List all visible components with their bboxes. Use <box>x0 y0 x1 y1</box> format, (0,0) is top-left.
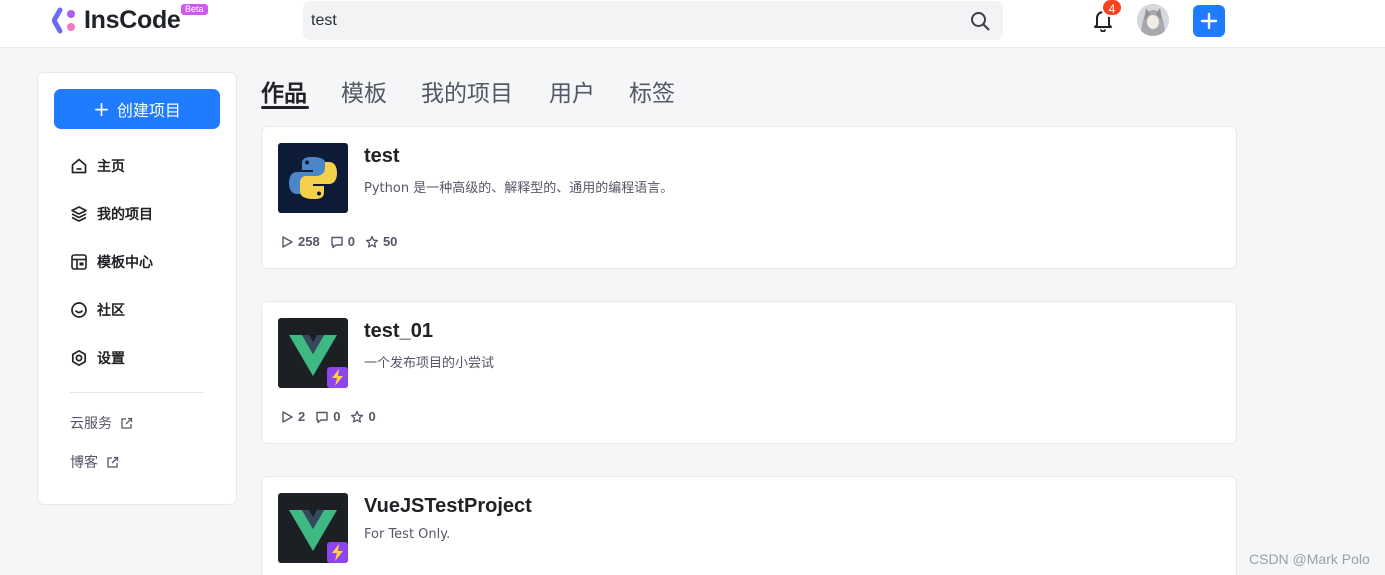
sidebar-item-home[interactable]: 主页 <box>70 154 125 178</box>
comment-count-value: 0 <box>347 234 355 249</box>
home-icon <box>71 158 87 174</box>
gear-icon <box>71 349 87 367</box>
plus-icon <box>1200 12 1218 30</box>
comment-count-value: 0 <box>333 409 341 424</box>
play-icon <box>282 410 293 423</box>
project-title[interactable]: VueJSTestProject <box>364 495 532 518</box>
comment-count: 0 <box>315 409 340 424</box>
sidebar-item-label: 社区 <box>97 303 125 319</box>
sidebar-link-label: 博客 <box>70 455 98 471</box>
active-tab-indicator <box>261 106 309 109</box>
brand-logo[interactable]: InsCode Beta <box>52 4 208 35</box>
sidebar-item-label: 我的项目 <box>97 207 153 223</box>
search-input[interactable] <box>311 1 951 40</box>
run-count: 2 <box>280 409 305 424</box>
sidebar-item-templates[interactable]: 模板中心 <box>70 250 153 274</box>
star-icon <box>365 235 379 248</box>
star-count: 50 <box>365 234 397 249</box>
project-description: Python 是一种高级的、解释型的、通用的编程语言。 <box>364 181 674 196</box>
sidebar-item-settings[interactable]: 设置 <box>70 346 125 370</box>
inscode-logo-icon <box>52 7 75 34</box>
play-icon <box>282 235 293 248</box>
sidebar-link-cloud[interactable]: 云服务 <box>70 412 133 434</box>
template-icon <box>71 254 87 270</box>
comment-icon <box>316 411 328 423</box>
notification-badge: 4 <box>1101 0 1123 17</box>
run-count: 258 <box>280 234 320 249</box>
avatar[interactable] <box>1137 4 1169 36</box>
project-card[interactable]: test Python 是一种高级的、解释型的、通用的编程语言。 258 0 5… <box>261 126 1237 269</box>
project-title[interactable]: test_01 <box>364 320 433 343</box>
project-stats: 258 0 50 <box>280 234 407 249</box>
sidebar-item-community[interactable]: 社区 <box>70 298 125 322</box>
sidebar-item-label: 设置 <box>97 351 125 367</box>
create-project-label: 创建项目 <box>116 101 181 120</box>
search-icon[interactable] <box>969 10 991 32</box>
vue-logo-icon <box>278 493 348 563</box>
vue-logo-icon <box>278 318 348 388</box>
sidebar-item-my-projects[interactable]: 我的项目 <box>70 202 153 226</box>
top-header: InsCode Beta 4 <box>0 0 1385 48</box>
star-icon <box>351 410 364 423</box>
external-link-icon <box>121 417 133 429</box>
comment-count: 0 <box>330 234 355 249</box>
sidebar: + 创建项目 主页 我的项目 模板中心 社区 设置 云服务 博客 <box>37 72 237 505</box>
run-count-value: 258 <box>298 234 320 249</box>
project-description: 一个发布项目的小尝试 <box>364 356 495 371</box>
watermark-text: CSDN @Mark Polo <box>1249 551 1370 567</box>
search-bar[interactable] <box>303 1 1003 40</box>
brand-name: InsCode <box>84 6 181 34</box>
sidebar-link-label: 云服务 <box>70 416 112 432</box>
sidebar-item-label: 主页 <box>97 159 125 175</box>
tab-templates[interactable]: 模板 <box>341 74 387 108</box>
star-count-value: 50 <box>382 234 398 249</box>
smile-icon <box>71 302 87 318</box>
project-stats: 2 0 0 <box>280 409 386 424</box>
avatar-image <box>1137 4 1169 36</box>
beta-badge: Beta <box>181 4 208 15</box>
python-logo-icon <box>278 143 348 213</box>
tab-tags[interactable]: 标签 <box>629 74 675 108</box>
tab-works[interactable]: 作品 <box>261 74 307 108</box>
project-description: For Test Only. <box>364 527 451 542</box>
comment-icon <box>331 236 343 248</box>
run-count-value: 2 <box>298 409 306 424</box>
tab-users[interactable]: 用户 <box>549 74 595 108</box>
sidebar-divider <box>70 392 204 393</box>
project-title[interactable]: test <box>364 145 400 168</box>
plus-icon: + <box>93 97 110 121</box>
tab-my-projects[interactable]: 我的项目 <box>421 74 513 108</box>
sidebar-item-label: 模板中心 <box>97 255 153 271</box>
create-project-button[interactable]: + 创建项目 <box>54 89 220 129</box>
star-count-value: 0 <box>368 409 376 424</box>
project-card[interactable]: VueJSTestProject For Test Only. <box>261 476 1237 575</box>
sidebar-link-blog[interactable]: 博客 <box>70 451 119 473</box>
star-count: 0 <box>350 409 376 424</box>
layers-icon <box>71 206 87 222</box>
external-link-icon <box>107 456 119 468</box>
add-button[interactable] <box>1193 5 1225 37</box>
project-card[interactable]: test_01 一个发布项目的小尝试 2 0 0 <box>261 301 1237 444</box>
